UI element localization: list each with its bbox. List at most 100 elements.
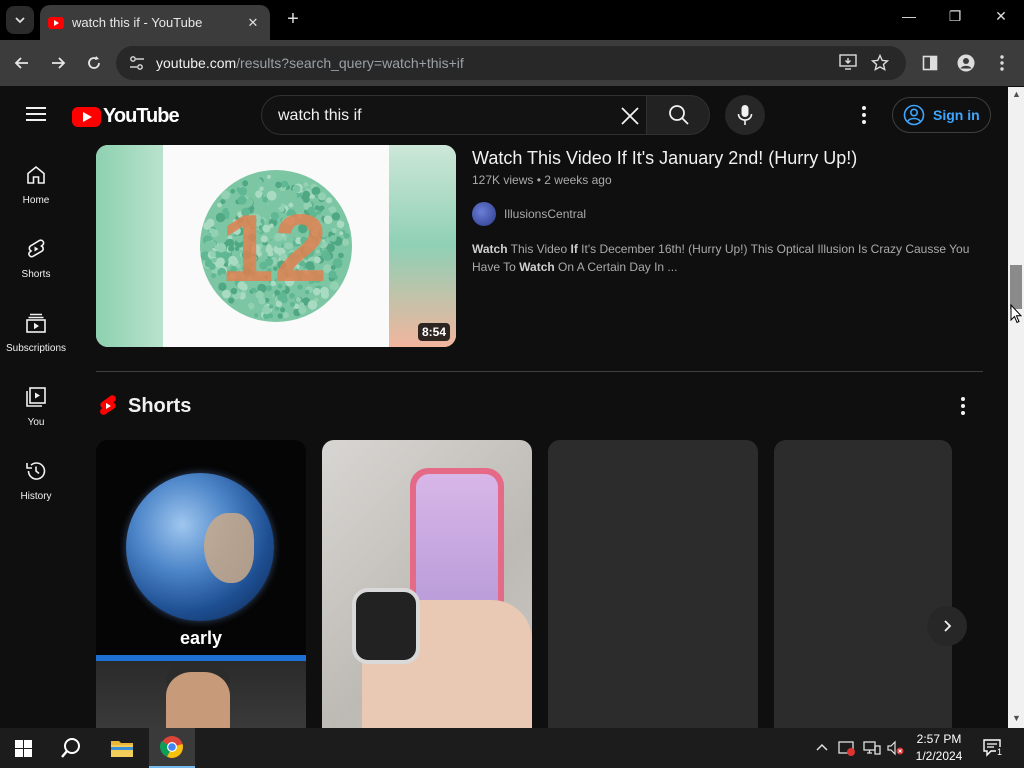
- guide-item-home[interactable]: Home: [0, 143, 72, 217]
- security-tray-icon[interactable]: [838, 740, 856, 759]
- plate-dot: [329, 235, 337, 242]
- taskbar-clock[interactable]: 2:57 PM 1/2/2024: [908, 731, 970, 765]
- page-scrollbar[interactable]: ▲ ▼: [1008, 87, 1024, 728]
- history-icon: [26, 462, 46, 480]
- shorts-icon: [28, 239, 45, 258]
- thumbnail-center-panel: 12: [163, 145, 389, 347]
- scroll-up-arrow-icon[interactable]: ▲: [1012, 89, 1021, 99]
- plate-dot: [204, 231, 210, 236]
- plate-dot: [289, 301, 296, 307]
- video-thumbnail[interactable]: 12 8:54: [96, 145, 456, 347]
- youtube-favicon-icon: [48, 16, 64, 29]
- guide-item-you[interactable]: You: [0, 365, 72, 439]
- side-panel-button[interactable]: [918, 51, 942, 75]
- short-card[interactable]: early: [96, 440, 306, 728]
- short-overlay-text: early: [179, 628, 223, 648]
- video-duration-badge: 8:54: [417, 323, 450, 341]
- guide-item-history[interactable]: History: [0, 439, 72, 513]
- phone-image: [410, 468, 504, 618]
- you-icon: [26, 387, 46, 407]
- restore-button[interactable]: ❐: [943, 8, 967, 25]
- tray-overflow-icon[interactable]: [816, 740, 828, 755]
- smartwatch-image: [352, 588, 420, 664]
- reload-button[interactable]: [82, 51, 106, 75]
- search-box: [261, 95, 647, 135]
- chrome-taskbar-button[interactable]: [149, 728, 195, 768]
- scrollbar-thumb[interactable]: [1010, 265, 1022, 309]
- site-info-icon[interactable]: [128, 55, 146, 71]
- search-input[interactable]: [278, 105, 598, 127]
- youtube-logo[interactable]: YouTube: [72, 105, 180, 128]
- network-tray-icon[interactable]: [863, 740, 881, 759]
- thumbnail-right-panel: [389, 145, 456, 347]
- short-card-loading[interactable]: [774, 440, 952, 728]
- plate-dot: [292, 184, 301, 193]
- description-keyword: Watch: [519, 260, 555, 274]
- microphone-icon: [737, 105, 753, 125]
- action-center-button[interactable]: 1: [982, 738, 1004, 758]
- plate-dot: [254, 313, 259, 318]
- voice-search-button[interactable]: [725, 95, 765, 135]
- shorts-shelf-header: Shorts: [98, 394, 191, 418]
- plate-dot: [328, 206, 337, 214]
- reload-icon: [88, 56, 100, 69]
- tab-title: watch this if - YouTube: [72, 15, 203, 30]
- plate-dot: [342, 239, 350, 246]
- plate-dot: [298, 306, 307, 315]
- guide-item-shorts[interactable]: Shorts: [0, 217, 72, 291]
- plate-dot: [331, 227, 337, 234]
- profile-button[interactable]: [954, 51, 978, 75]
- guide-label-you: You: [27, 417, 45, 428]
- clear-search-icon[interactable]: [618, 104, 642, 128]
- mini-guide: Home Shorts Subscriptions You History: [0, 143, 72, 728]
- back-button[interactable]: [10, 51, 34, 75]
- close-window-button[interactable]: ✕: [989, 8, 1013, 25]
- person-face-shape: [166, 672, 230, 728]
- tab-search-button[interactable]: [6, 6, 34, 34]
- browser-menu-button[interactable]: [990, 51, 1014, 75]
- start-button[interactable]: [0, 728, 46, 768]
- plate-dot: [210, 229, 219, 238]
- browser-tab-active[interactable]: watch this if - YouTube ✕: [40, 5, 270, 40]
- profile-icon: [957, 54, 975, 72]
- taskbar-search-button[interactable]: [48, 728, 94, 768]
- video-title-link[interactable]: Watch This Video If It's January 2nd! (H…: [472, 148, 857, 169]
- color-blindness-plate-image: 12: [200, 170, 352, 322]
- guide-item-subscriptions[interactable]: Subscriptions: [0, 291, 72, 365]
- volume-muted-tray-icon[interactable]: [887, 740, 905, 759]
- plate-dot: [336, 220, 345, 229]
- new-tab-button[interactable]: +: [282, 8, 304, 30]
- youtube-masthead: YouTube Sign in: [0, 87, 1008, 143]
- settings-menu-icon[interactable]: [854, 103, 874, 127]
- plate-dot: [299, 302, 304, 307]
- tab-close-icon[interactable]: ✕: [244, 15, 262, 31]
- plate-dot: [250, 181, 260, 191]
- channel-link[interactable]: IllusionsCentral: [472, 202, 586, 226]
- description-keyword: Watch: [472, 242, 508, 256]
- section-divider: [96, 371, 983, 372]
- install-app-icon[interactable]: [838, 54, 858, 72]
- shorts-next-button[interactable]: [927, 606, 967, 646]
- browser-tab-strip: watch this if - YouTube ✕ + — ❐ ✕: [0, 0, 1024, 40]
- scroll-down-arrow-icon[interactable]: ▼: [1012, 713, 1021, 723]
- plate-dot: [204, 240, 214, 250]
- channel-avatar[interactable]: [472, 202, 496, 226]
- guide-label-history: History: [20, 491, 52, 502]
- chevron-down-icon: [15, 17, 25, 24]
- short-card[interactable]: [322, 440, 532, 728]
- minimize-button[interactable]: —: [897, 8, 921, 24]
- forward-button[interactable]: [46, 51, 70, 75]
- short-card-loading[interactable]: [548, 440, 758, 728]
- video-metadata: 127K views • 2 weeks ago: [472, 173, 612, 187]
- guide-menu-icon[interactable]: [26, 107, 46, 121]
- search-button[interactable]: [646, 95, 710, 135]
- file-explorer-button[interactable]: [99, 728, 145, 768]
- address-bar[interactable]: youtube.com/results?search_query=watch+t…: [116, 46, 906, 80]
- sign-in-button[interactable]: Sign in: [892, 97, 991, 133]
- bookmark-star-icon[interactable]: [870, 53, 890, 72]
- earth-image: [126, 473, 274, 621]
- description-text: This Video: [507, 242, 571, 256]
- shorts-menu-icon[interactable]: [953, 394, 973, 418]
- channel-name[interactable]: IllusionsCentral: [504, 207, 586, 221]
- clock-time: 2:57 PM: [916, 732, 962, 746]
